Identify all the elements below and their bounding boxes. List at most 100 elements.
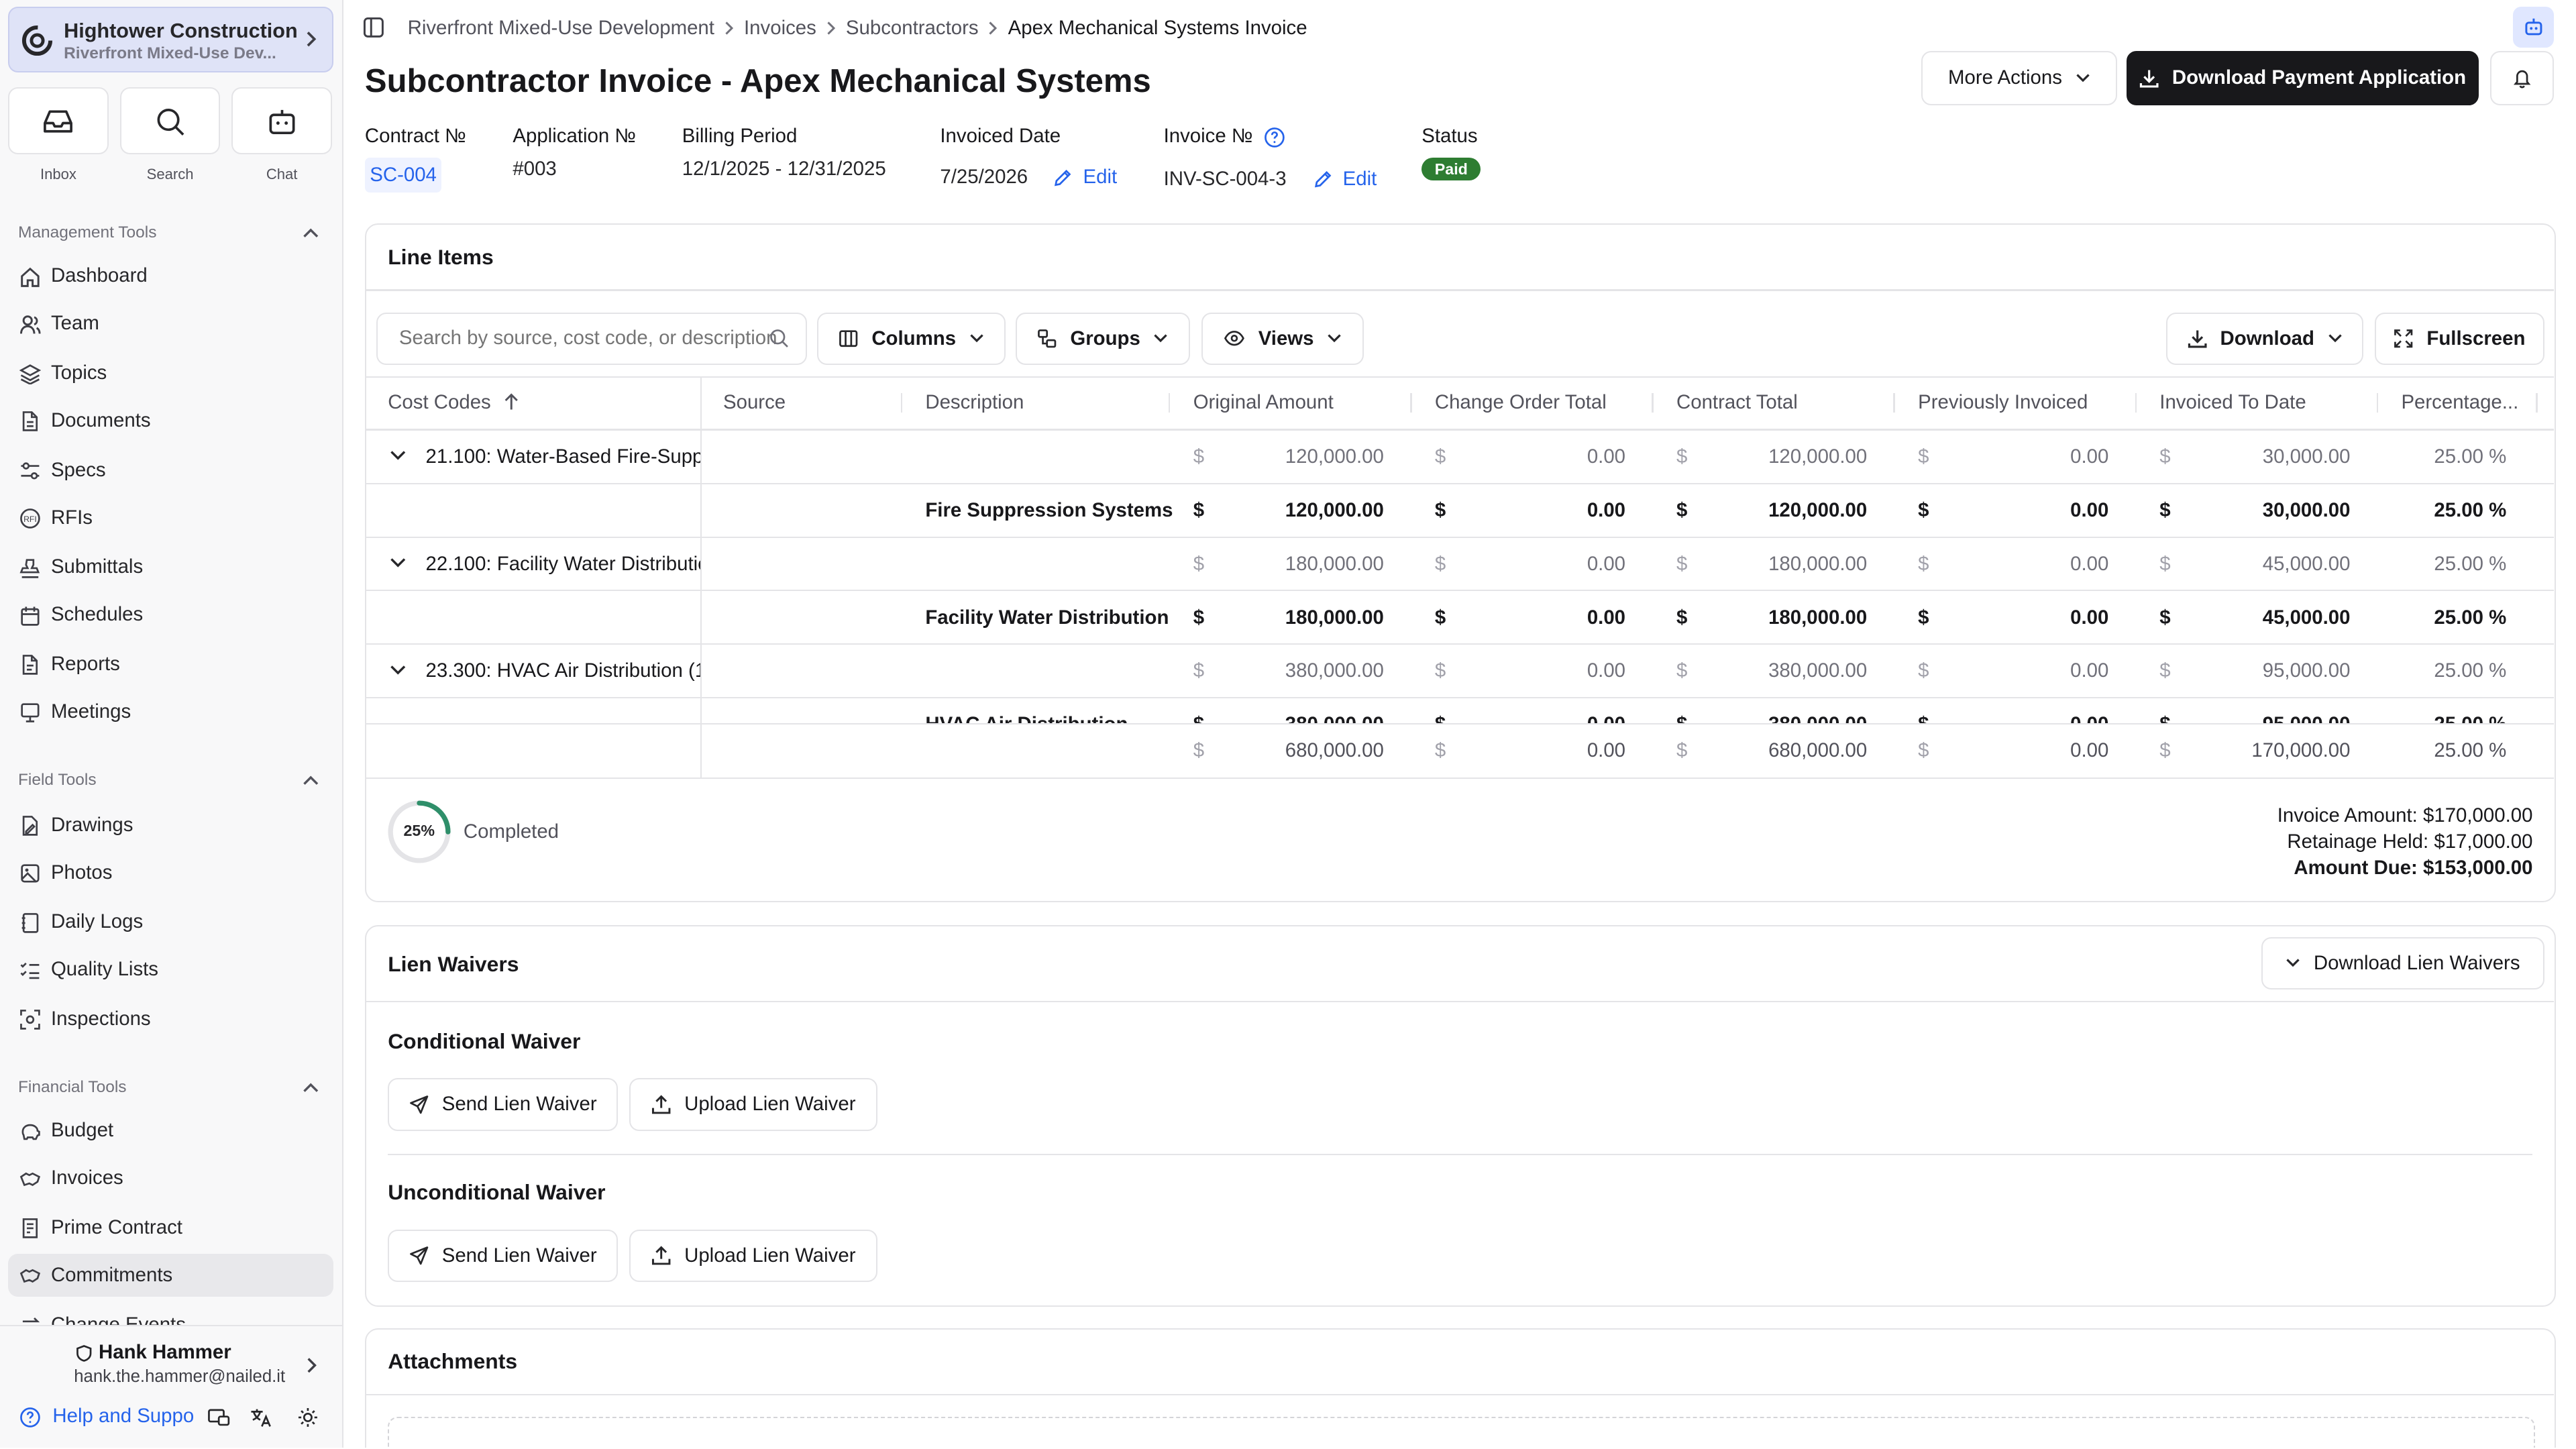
download-button[interactable]: Download [2166, 312, 2364, 365]
sidebar-item-specs[interactable]: Specs [8, 449, 333, 492]
download-icon [2188, 329, 2207, 348]
column-header-percentage[interactable]: Percentage... [2401, 391, 2518, 414]
download-payment-application-button[interactable]: Download Payment Application [2127, 50, 2479, 105]
sidebar-item-drawings[interactable]: Drawings [8, 804, 333, 847]
send-conditional-lien-waiver-button[interactable]: Send Lien Waiver [388, 1078, 619, 1131]
breadcrumb-invoices[interactable]: Invoices [744, 17, 816, 40]
unconditional-waiver-heading: Unconditional Waiver [388, 1180, 606, 1205]
table-row[interactable]: HVAC Air Distribution $380,000.00 $0.00 $38… [366, 698, 2554, 723]
upload-conditional-lien-waiver-button[interactable]: Upload Lien Waiver [629, 1078, 878, 1131]
column-header-original-amount[interactable]: Original Amount [1193, 391, 1334, 414]
invoice-amount: Invoice Amount: $170,000.00 [2277, 804, 2533, 826]
sidebar-item-schedules[interactable]: Schedules [8, 593, 333, 636]
sidebar-item-dashboard[interactable]: Dashboard [8, 255, 333, 298]
send-unconditional-lien-waiver-button[interactable]: Send Lien Waiver [388, 1229, 619, 1282]
sidebar-item-reports[interactable]: Reports [8, 643, 333, 686]
chevron-up-icon[interactable] [303, 1081, 319, 1093]
sidebar-item-invoices[interactable]: Invoices [8, 1157, 333, 1200]
sun-icon[interactable] [297, 1407, 319, 1428]
chat-button[interactable] [231, 87, 332, 155]
search-field[interactable] [376, 312, 807, 365]
edit-invoice-number-button[interactable]: Edit [1313, 168, 1377, 191]
chevron-up-icon[interactable] [303, 774, 319, 786]
help-icon[interactable] [19, 1407, 41, 1428]
sidebar-item-topics[interactable]: Topics [8, 352, 333, 394]
fullscreen-button[interactable]: Fullscreen [2375, 312, 2544, 365]
upload-unconditional-lien-waiver-button[interactable]: Upload Lien Waiver [629, 1229, 878, 1282]
column-header-previously-invoiced[interactable]: Previously Invoiced [1918, 391, 2088, 414]
sidebar-item-commitments[interactable]: Commitments [8, 1254, 334, 1297]
sidebar-item-inspections[interactable]: Inspections [8, 998, 333, 1040]
amount-todate: 30,000.00 [2262, 445, 2351, 468]
table-group-row[interactable]: 23.300: HVAC Air Distribution (1) $380,00… [366, 645, 2555, 699]
more-actions-button[interactable]: More Actions [1921, 50, 2117, 105]
user-name: Hank Hammer [99, 1340, 231, 1363]
sidebar-item-label: Dashboard [50, 264, 148, 287]
column-header-change-order-total[interactable]: Change Order Total [1435, 391, 1607, 414]
column-header-description[interactable]: Description [925, 391, 1024, 414]
sidebar-item-submittals[interactable]: Submittals [8, 545, 333, 588]
sidebar-item-change-events[interactable]: Change Events [8, 1303, 333, 1325]
help-link[interactable]: Help and Support [52, 1405, 194, 1428]
arrow-up-icon[interactable] [503, 392, 520, 411]
currency-symbol: $ [1434, 552, 1446, 575]
sidebar-item-budget[interactable]: Budget [8, 1110, 333, 1152]
breadcrumb-current: Apex Mechanical Systems Invoice [1008, 16, 1307, 39]
chevron-down-icon[interactable] [390, 450, 407, 462]
groups-button[interactable]: Groups [1016, 312, 1190, 365]
management-tools-heading: Management Tools [17, 223, 157, 242]
drawing-icon [23, 816, 38, 836]
total-todate: 170,000.00 [2251, 739, 2351, 762]
column-header-source[interactable]: Source [723, 391, 786, 414]
table-row[interactable]: Fire Suppression Systems $120,000.00 $0.00… [366, 484, 2555, 538]
amount-todate: 45,000.00 [2262, 552, 2351, 575]
help-circle-icon[interactable] [1264, 127, 1285, 148]
notifications-button[interactable] [2489, 50, 2555, 105]
column-header-contract-total[interactable]: Contract Total [1676, 391, 1798, 414]
chevron-down-icon[interactable] [390, 665, 407, 676]
sidebar-item-label: Photos [50, 861, 113, 883]
sidebar-toggle-icon[interactable] [363, 17, 384, 38]
sidebar-item-prime-contract[interactable]: Prime Contract [8, 1206, 333, 1249]
sidebar-item-quality-lists[interactable]: Quality Lists [8, 949, 333, 991]
edit-invoiced-date-button[interactable]: Edit [1053, 166, 1117, 189]
column-header-invoiced-to-date[interactable]: Invoiced To Date [2159, 391, 2306, 414]
attachments-dropzone[interactable] [388, 1416, 2536, 1448]
chevron-right-icon [988, 21, 998, 36]
user-panel[interactable]: Hank Hammer hank.the.hammer@nailed.it He… [0, 1324, 342, 1448]
amount-change: 0.00 [1587, 713, 1625, 723]
inbox-button[interactable] [8, 87, 109, 155]
search-input[interactable] [378, 313, 777, 363]
columns-button[interactable]: Columns [816, 312, 1006, 365]
table-group-row[interactable]: 21.100: Water-Based Fire-Suppression Sys… [366, 431, 2555, 484]
sidebar-item-documents[interactable]: Documents [8, 399, 333, 442]
contract-number-link[interactable]: SC-004 [364, 158, 442, 193]
chevron-down-icon[interactable] [390, 557, 407, 569]
monitor-chat-icon[interactable] [207, 1407, 230, 1428]
assistant-button[interactable] [2513, 6, 2555, 48]
search-button[interactable] [119, 87, 221, 155]
sidebar-item-meetings[interactable]: Meetings [8, 690, 333, 733]
download-lien-waivers-button[interactable]: Download Lien Waivers [2261, 936, 2544, 989]
currency-symbol: $ [1193, 606, 1205, 629]
sidebar-item-label: Prime Contract [50, 1216, 182, 1238]
translate-icon[interactable] [250, 1407, 272, 1428]
percentage: 25.00 % [2434, 498, 2507, 521]
currency-symbol: $ [2159, 498, 2171, 521]
sidebar-item-daily-logs[interactable]: Daily Logs [8, 901, 333, 944]
currency-symbol: $ [1918, 445, 1929, 468]
views-button[interactable]: Views [1201, 312, 1364, 365]
percentage: 25.00 % [2434, 552, 2507, 575]
breadcrumb-subcontractors[interactable]: Subcontractors [846, 17, 979, 40]
download-payment-label: Download Payment Application [2171, 66, 2467, 89]
sidebar-item-rfis[interactable]: RFI RFIs [8, 496, 333, 539]
breadcrumb-project[interactable]: Riverfront Mixed-Use Development [408, 17, 714, 40]
org-switcher[interactable]: Hightower Construction Riverfront Mixed-… [8, 6, 334, 72]
table-group-row[interactable]: 22.100: Facility Water Distribution (1) $… [366, 538, 2555, 592]
table-row[interactable]: Facility Water Distribution $180,000.00 $0… [366, 592, 2555, 645]
sidebar-item-photos[interactable]: Photos [8, 851, 333, 894]
edit-label: Edit [1342, 167, 1377, 190]
sidebar-item-team[interactable]: Team [8, 303, 333, 345]
column-header-cost-codes[interactable]: Cost Codes [388, 391, 491, 414]
chevron-up-icon[interactable] [303, 227, 319, 238]
